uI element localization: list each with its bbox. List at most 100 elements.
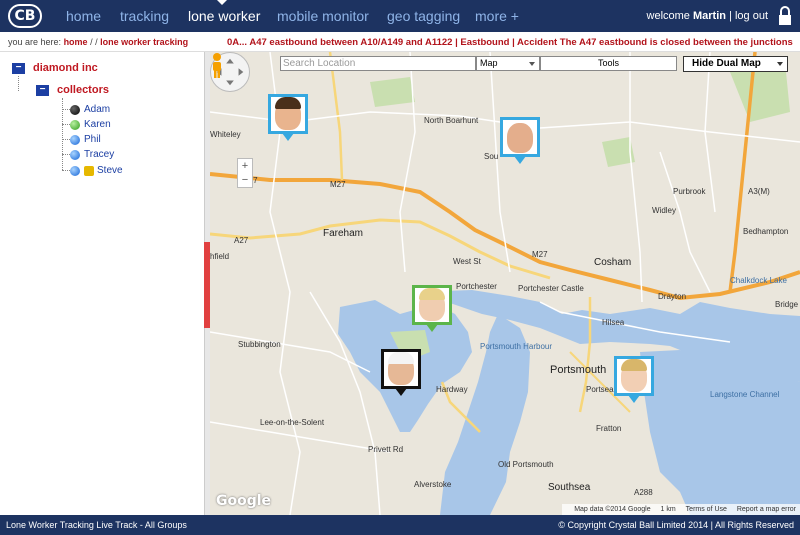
map-label-cosham: Cosham (594, 257, 632, 268)
zoom-control: + − (237, 158, 253, 188)
logout-link[interactable]: log out (735, 10, 768, 22)
map-label-bedhampton: Bedhampton (743, 227, 789, 236)
map-label-a3m: A3(M) (748, 187, 770, 196)
street-view-pegman-icon[interactable] (210, 52, 224, 78)
breadcrumb-current[interactable]: lone worker tracking (100, 37, 188, 47)
map-label-alverstoke: Alverstoke (414, 480, 452, 489)
tree-connector (62, 170, 70, 171)
marker-pointer (514, 156, 526, 164)
map-label-portchester-castle: Portchester Castle (518, 284, 584, 293)
nav-lone-worker[interactable]: lone worker (188, 8, 260, 24)
breadcrumb-home[interactable]: home (64, 37, 88, 47)
marker-frame (412, 285, 452, 325)
tree-group[interactable]: − collectors (36, 84, 109, 96)
nav-geo-tagging[interactable]: geo tagging (387, 8, 460, 24)
marker-pointer (628, 395, 640, 403)
tree-root-label[interactable]: diamond inc (33, 62, 98, 74)
nav-home[interactable]: home (66, 8, 101, 24)
map-label-purbrook: Purbrook (673, 187, 706, 196)
tree-person[interactable]: Phil (70, 134, 101, 145)
map-label-hilsea: Hilsea (602, 318, 625, 327)
status-black-icon (70, 104, 80, 115)
nav-more[interactable]: more + (475, 8, 519, 24)
zoom-out-button[interactable]: − (238, 173, 252, 187)
chevron-down-icon (529, 62, 535, 66)
map-label-fareham: Fareham (323, 228, 364, 239)
search-location-input[interactable]: Search Location (280, 56, 476, 71)
breadcrumb-separator: / / (90, 37, 98, 47)
worker-photo-hair (275, 97, 301, 109)
map-label-a27: A27 (234, 236, 249, 245)
map-label-southsea: Southsea (548, 482, 591, 493)
terms-of-use-link[interactable]: Terms of Use (686, 506, 727, 513)
tools-button[interactable]: Tools (540, 56, 677, 71)
nav-tracking[interactable]: tracking (120, 8, 169, 24)
map-label-a288: A288 (634, 488, 653, 497)
map-label-privett-rd: Privett Rd (368, 445, 404, 454)
marker-pointer (282, 133, 294, 141)
hide-dual-map-select[interactable]: Hide Dual Map (683, 56, 788, 72)
map-label-langstone-channel: Langstone Channel (710, 390, 780, 399)
username: Martin (692, 10, 726, 22)
map-scale: 1 km (660, 506, 676, 513)
tree-person[interactable]: Steve (70, 165, 123, 176)
tree-person[interactable]: Karen (70, 119, 111, 130)
worker-photo-hair (419, 288, 445, 300)
person-name[interactable]: Tracey (84, 149, 114, 160)
worker-marker-karen[interactable] (412, 285, 452, 332)
map-label-stubbington: Stubbington (238, 340, 281, 349)
worker-photo-hat (388, 352, 414, 364)
person-name[interactable]: Phil (84, 134, 101, 145)
worker-marker-tracey[interactable] (500, 117, 540, 164)
worker-photo (507, 123, 533, 153)
group-tree-panel: − diamond inc − collectors Adam Karen Phil… (0, 52, 204, 515)
map-label-m27-portsmouth: M27 (532, 250, 548, 259)
status-green-icon (70, 119, 80, 130)
person-name[interactable]: Steve (97, 165, 123, 176)
tree-connector (62, 124, 70, 125)
map-view[interactable]: Fareham Cosham Portsmouth Southsea Hardw… (210, 52, 800, 515)
map-label-whiteley: Whiteley (210, 130, 241, 139)
worker-marker-steve[interactable] (614, 356, 654, 403)
tree-person[interactable]: Adam (70, 104, 110, 115)
lock-icon (779, 6, 791, 25)
worker-photo-hair (621, 359, 647, 371)
breadcrumb: you are here: home / / lone worker track… (8, 37, 188, 47)
marker-frame (500, 117, 540, 157)
status-blue-icon (70, 134, 80, 145)
map-label-north-boarhunt: North Boarhunt (424, 116, 479, 125)
zoom-in-button[interactable]: + (238, 159, 252, 173)
collapse-icon[interactable]: − (36, 84, 49, 96)
crystal-ball-logo[interactable]: CB (8, 4, 42, 28)
marker-frame (268, 94, 308, 134)
breadcrumb-label: you are here: (8, 37, 62, 47)
top-navigation-bar: CB home tracking lone worker mobile moni… (0, 0, 800, 32)
worker-marker-phil[interactable] (268, 94, 308, 141)
map-label-bridge: Bridge (775, 300, 799, 309)
tree-connector (18, 76, 19, 91)
tree-connector (62, 109, 70, 110)
map-type-select[interactable]: Map (476, 56, 540, 71)
tree-connector (62, 154, 70, 155)
map-label-old-portsmouth: Old Portsmouth (498, 460, 554, 469)
tree-connector (62, 139, 70, 140)
map-label-titchfield: hfield (210, 252, 230, 261)
nav-mobile-monitor[interactable]: mobile monitor (277, 8, 369, 24)
collapse-icon[interactable]: − (12, 62, 25, 74)
worker-marker-adam[interactable] (381, 349, 421, 396)
padlock-icon (84, 165, 94, 176)
marker-frame (614, 356, 654, 396)
person-name[interactable]: Adam (84, 104, 110, 115)
map-label-portchester: Portchester (456, 282, 497, 291)
traffic-news-ticker[interactable]: 0A... A47 eastbound between A10/A149 and… (227, 37, 800, 48)
marker-pointer (395, 388, 407, 396)
tree-root[interactable]: − diamond inc (12, 62, 98, 74)
person-name[interactable]: Karen (84, 119, 111, 130)
tree-group-label[interactable]: collectors (57, 84, 109, 96)
tree-person[interactable]: Tracey (70, 149, 114, 160)
report-map-error-link[interactable]: Report a map error (737, 506, 796, 513)
status-blue-icon (70, 165, 80, 176)
marker-frame (381, 349, 421, 389)
footer-copyright: © Copyright Crystal Ball Limited 2014 | … (558, 520, 794, 530)
welcome-separator: | (729, 10, 732, 22)
